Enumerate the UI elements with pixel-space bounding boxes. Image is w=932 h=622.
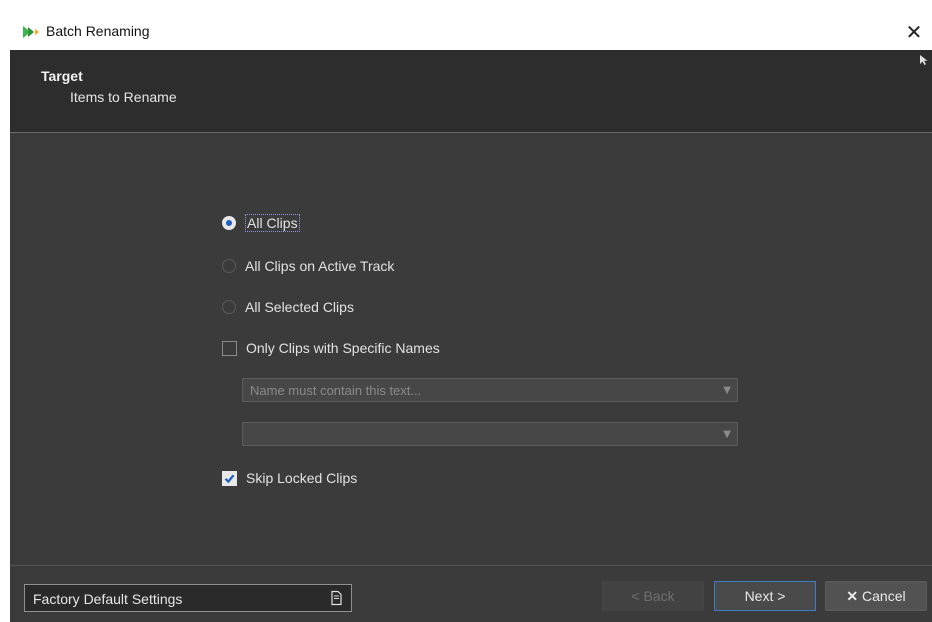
checkbox-label: Only Clips with Specific Names — [246, 340, 440, 356]
close-icon: ✕ — [905, 20, 923, 44]
help-pointer-icon[interactable] — [918, 54, 930, 66]
page-header: Target Items to Rename — [10, 50, 932, 133]
cancel-button[interactable]: ✕ Cancel — [825, 581, 927, 611]
window-title: Batch Renaming — [46, 23, 150, 39]
page-title: Target — [41, 68, 83, 84]
radio-all-clips[interactable]: All Clips — [222, 213, 300, 233]
batch-renaming-dialog: Batch Renaming ✕ Target Items to Rename … — [10, 14, 932, 622]
radio-all-clips-active-track[interactable]: All Clips on Active Track — [222, 256, 394, 276]
page-subtitle: Items to Rename — [70, 89, 177, 105]
radio-label: All Clips on Active Track — [245, 258, 395, 274]
checkbox[interactable] — [222, 340, 237, 356]
checkbox-skip-locked[interactable]: Skip Locked Clips — [222, 468, 357, 488]
preset-menu-icon[interactable] — [329, 590, 343, 606]
second-filter-combo[interactable]: ▼ — [242, 422, 738, 446]
name-filter-placeholder: Name must contain this text... — [250, 383, 422, 398]
close-icon: ✕ — [846, 588, 859, 604]
app-logo-icon — [23, 26, 39, 38]
name-filter-combo[interactable]: Name must contain this text... ▼ — [242, 378, 738, 402]
cancel-button-label: Cancel — [862, 588, 906, 604]
footer-divider — [10, 565, 932, 566]
checkbox-label: Skip Locked Clips — [246, 470, 358, 486]
preset-selector[interactable]: Factory Default Settings — [24, 584, 352, 612]
back-button[interactable]: < Back — [602, 581, 704, 611]
chevron-down-icon: ▼ — [723, 385, 731, 396]
back-button-label: < Back — [631, 588, 675, 604]
radio-button-selected[interactable] — [222, 216, 236, 230]
next-button-label: Next > — [744, 588, 786, 604]
radio-label: All Selected Clips — [245, 299, 354, 315]
next-button[interactable]: Next > — [714, 581, 816, 611]
radio-button[interactable] — [222, 259, 236, 273]
title-bar: Batch Renaming ✕ — [10, 14, 932, 50]
chevron-down-icon: ▼ — [723, 429, 731, 440]
checkmark-icon — [224, 473, 235, 483]
preset-label: Factory Default Settings — [33, 591, 183, 607]
radio-all-selected-clips[interactable]: All Selected Clips — [222, 297, 354, 317]
close-button[interactable]: ✕ — [896, 14, 932, 50]
checkbox-specific-names[interactable]: Only Clips with Specific Names — [222, 338, 440, 358]
checkbox-checked[interactable] — [222, 470, 237, 486]
radio-button[interactable] — [222, 300, 236, 314]
radio-label: All Clips — [245, 214, 300, 232]
